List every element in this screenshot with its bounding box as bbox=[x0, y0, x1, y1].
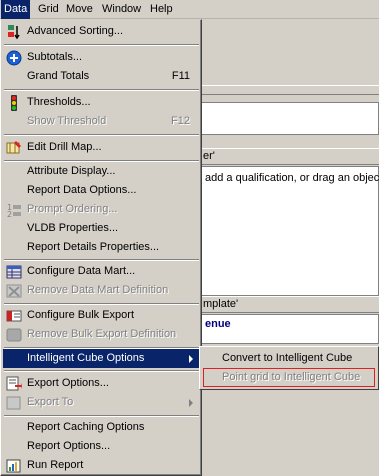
submenu-arrow-icon bbox=[189, 399, 193, 407]
plus-circle-icon bbox=[6, 50, 22, 66]
prompt-ordering-item: 1 2 Prompt Ordering... bbox=[3, 200, 200, 219]
sort-icon bbox=[8, 25, 20, 40]
configure-bulk-export-label: Configure Bulk Export bbox=[27, 309, 134, 321]
blank-pane bbox=[201, 102, 379, 135]
filter-hint: add a qualification, or drag an object bbox=[205, 172, 379, 184]
svg-text:2: 2 bbox=[7, 210, 12, 218]
prompt-ordering-icon: 1 2 bbox=[7, 203, 21, 218]
report-data-options-label: Report Data Options... bbox=[27, 184, 137, 196]
configure-bulk-export-item[interactable]: Configure Bulk Export bbox=[3, 306, 200, 325]
separator bbox=[4, 89, 199, 91]
revenue-label: enue bbox=[205, 318, 231, 330]
toolbar-area bbox=[201, 19, 379, 85]
report-details-properties-item[interactable]: Report Details Properties... bbox=[3, 238, 200, 257]
remove-data-mart-label: Remove Data Mart Definition bbox=[27, 284, 169, 296]
menu-data[interactable]: Data bbox=[1, 0, 31, 19]
subtotals-item[interactable]: Subtotals... bbox=[3, 48, 200, 67]
data-menu: Advanced Sorting... Subtotals... Grand T… bbox=[0, 19, 202, 476]
menu-bar: Data Grid Move Window Help bbox=[0, 0, 379, 19]
run-report-item[interactable]: Run Report bbox=[3, 456, 200, 475]
thresholds-label: Thresholds... bbox=[27, 96, 91, 108]
separator bbox=[4, 134, 199, 136]
configure-data-mart-item[interactable]: Configure Data Mart... bbox=[3, 262, 200, 281]
vldb-properties-item[interactable]: VLDB Properties... bbox=[3, 219, 200, 238]
template-pane-header: mplate' bbox=[201, 296, 379, 313]
export-options-label: Export Options... bbox=[27, 377, 109, 389]
separator bbox=[4, 415, 199, 417]
remove-data-mart-icon bbox=[6, 284, 22, 298]
remove-bulk-export-item: Remove Bulk Export Definition bbox=[3, 325, 200, 344]
intelligent-cube-options-item[interactable]: Intelligent Cube Options bbox=[3, 349, 200, 368]
export-to-label: Export To bbox=[27, 396, 74, 408]
thresholds-item[interactable]: Thresholds... bbox=[3, 93, 200, 112]
menu-grid[interactable]: Grid bbox=[35, 0, 62, 19]
data-mart-icon bbox=[6, 265, 22, 279]
convert-to-cube-item[interactable]: Convert to Intelligent Cube bbox=[202, 349, 377, 368]
export-to-icon bbox=[6, 396, 21, 410]
edit-drill-map-label: Edit Drill Map... bbox=[27, 141, 102, 153]
subtotals-label: Subtotals... bbox=[27, 51, 83, 63]
menu-move[interactable]: Move bbox=[63, 0, 96, 19]
pane-divider-top bbox=[201, 85, 379, 95]
run-report-icon bbox=[6, 459, 21, 473]
show-threshold-item: Show Threshold F12 bbox=[3, 112, 200, 131]
grand-totals-label: Grand Totals bbox=[27, 70, 90, 82]
separator bbox=[4, 259, 199, 261]
configure-data-mart-label: Configure Data Mart... bbox=[27, 265, 136, 277]
separator bbox=[4, 44, 199, 46]
show-threshold-label: Show Threshold bbox=[27, 115, 107, 127]
run-report-label: Run Report bbox=[27, 459, 84, 471]
remove-data-mart-item: Remove Data Mart Definition bbox=[3, 281, 200, 300]
report-details-properties-label: Report Details Properties... bbox=[27, 241, 160, 253]
grand-totals-shortcut: F11 bbox=[171, 70, 190, 82]
remove-bulk-export-icon bbox=[6, 328, 22, 342]
vldb-properties-label: VLDB Properties... bbox=[27, 222, 119, 234]
separator bbox=[4, 370, 199, 372]
report-caching-options-item[interactable]: Report Caching Options bbox=[3, 418, 200, 437]
report-data-options-item[interactable]: Report Data Options... bbox=[3, 181, 200, 200]
advanced-sorting-item[interactable]: Advanced Sorting... bbox=[3, 22, 200, 41]
menu-help[interactable]: Help bbox=[147, 0, 176, 19]
grand-totals-item[interactable]: Grand Totals F11 bbox=[3, 67, 200, 86]
attribute-display-item[interactable]: Attribute Display... bbox=[3, 162, 200, 181]
edit-drill-map-item[interactable]: Edit Drill Map... bbox=[3, 138, 200, 157]
intelligent-cube-submenu: Convert to Intelligent Cube Point grid t… bbox=[199, 346, 379, 390]
report-caching-options-label: Report Caching Options bbox=[27, 421, 145, 433]
intelligent-cube-options-label: Intelligent Cube Options bbox=[27, 352, 145, 364]
report-options-label: Report Options... bbox=[27, 440, 111, 452]
export-options-item[interactable]: Export Options... bbox=[3, 374, 200, 393]
advanced-sorting-label: Advanced Sorting... bbox=[27, 25, 124, 37]
traffic-light-icon bbox=[11, 95, 17, 111]
menu-window[interactable]: Window bbox=[99, 0, 144, 19]
drill-map-icon bbox=[6, 141, 21, 154]
separator bbox=[4, 303, 199, 305]
point-grid-to-cube-item: Point grid to Intelligent Cube bbox=[222, 371, 361, 383]
filter-pane-header: er' bbox=[201, 148, 379, 165]
bulk-export-icon bbox=[6, 310, 22, 322]
filter-pane[interactable] bbox=[201, 166, 379, 296]
export-options-icon bbox=[6, 376, 22, 391]
submenu-arrow-icon bbox=[189, 355, 193, 363]
attribute-display-label: Attribute Display... bbox=[27, 165, 116, 177]
prompt-ordering-label: Prompt Ordering... bbox=[27, 203, 118, 215]
export-to-item: Export To bbox=[3, 393, 200, 412]
report-options-item[interactable]: Report Options... bbox=[3, 437, 200, 456]
show-threshold-shortcut: F12 bbox=[171, 115, 190, 127]
remove-bulk-export-label: Remove Bulk Export Definition bbox=[27, 328, 177, 340]
